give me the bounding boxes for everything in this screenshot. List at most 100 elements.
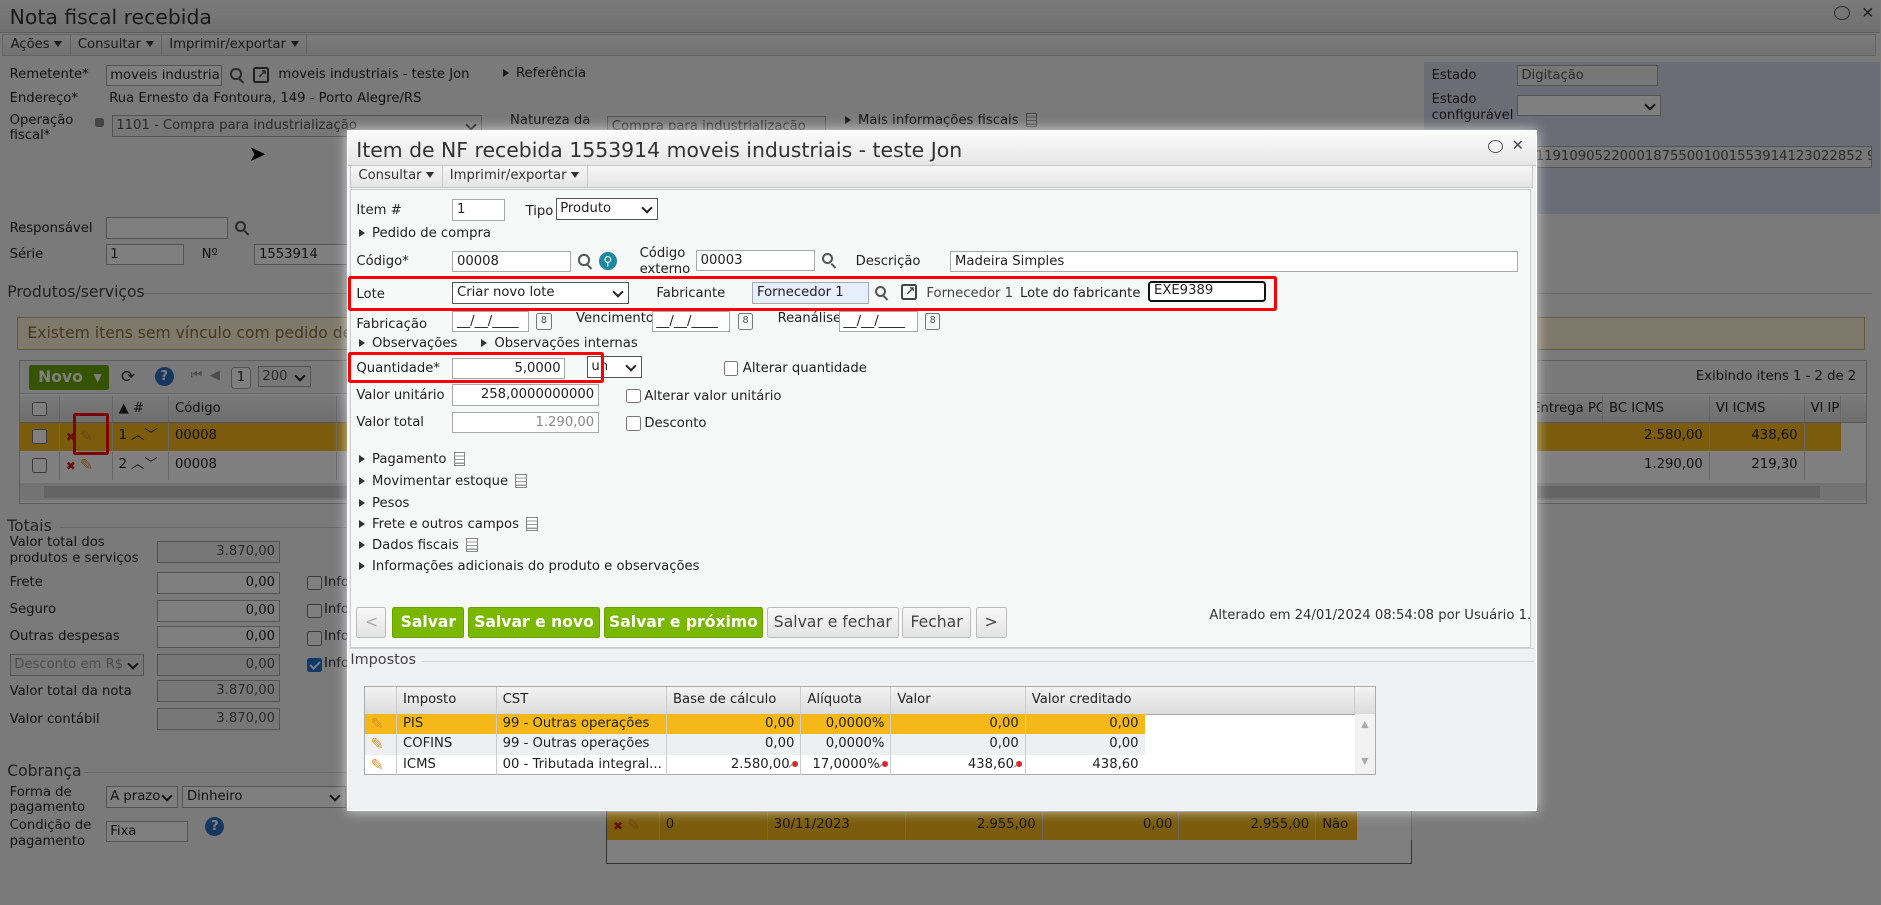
document-icon [515, 474, 527, 488]
table-row[interactable]: ✎ ICMS 00 - Tributada integral... 2.580,… [365, 754, 1145, 775]
section-pesos[interactable]: Pesos [358, 496, 409, 511]
divider [349, 648, 1534, 650]
calendar-icon[interactable]: 8 [925, 313, 941, 330]
menu-label: Imprimir/exportar [449, 168, 567, 184]
tipo-label: Tipo [525, 204, 554, 219]
alterar-quantidade-label: Alterar quantidade [742, 361, 867, 377]
chat-icon[interactable] [1487, 140, 1503, 153]
scroll-down-icon[interactable]: ▼ [1355, 756, 1375, 767]
fabricacao-label: Fabricação [356, 316, 428, 332]
document-icon [526, 517, 538, 532]
next-button[interactable]: > [975, 607, 1007, 639]
calendar-icon[interactable]: 8 [738, 313, 754, 330]
tipo-select[interactable]: Produto [555, 198, 658, 220]
section-informacoes-adicionais[interactable]: Informações adicionais do produto e obse… [358, 559, 700, 575]
menu-label: Consultar [358, 168, 422, 184]
section-dados-fiscais[interactable]: Dados fiscais [358, 537, 478, 553]
document-icon [453, 452, 466, 467]
dialog-title: Item de NF recebida 1553914 moveis indus… [356, 137, 963, 162]
menu-consultar[interactable]: Consultar [351, 166, 443, 187]
column-valor-creditado[interactable]: Valor creditado [1026, 687, 1355, 714]
table-header: Imposto CST Base de cálculo Alíquota Val… [364, 687, 1375, 715]
menu-imprimir[interactable]: Imprimir/exportar [443, 166, 588, 187]
tax-cst: 00 - Tributada integral... [497, 754, 667, 775]
section-frete[interactable]: Frete e outros campos [358, 517, 538, 533]
tax-valor: 0,00 [891, 713, 1026, 735]
valor-unitario-label: Valor unitário [356, 387, 445, 403]
salvar-button[interactable]: Salvar [392, 607, 465, 639]
vertical-scrollbar[interactable]: ▲ ▼ [1354, 713, 1375, 774]
table-row[interactable]: ✎ PIS 99 - Outras operações 0,00 0,0000%… [364, 713, 1145, 735]
codigo-externo-label: Código externo [639, 246, 691, 277]
prev-button[interactable]: < [356, 607, 387, 639]
dialog-title-bar: Item de NF recebida 1553914 moveis indus… [347, 130, 1536, 167]
column-imposto[interactable]: Imposto [397, 687, 497, 714]
fabricacao-input[interactable]: __/__/____ [452, 310, 530, 333]
table-row[interactable]: ✎ COFINS 99 - Outras operações 0,00 0,00… [364, 734, 1145, 755]
section-label: Dados fiscais [371, 537, 459, 553]
tax-aliquota: 0,0000% [801, 713, 892, 735]
edit-icon[interactable]: ✎ [371, 735, 384, 753]
section-pagamento[interactable]: Pagamento [358, 452, 466, 468]
tax-base: 0,00 [667, 734, 802, 755]
section-label: Pagamento [371, 452, 447, 468]
calendar-icon[interactable]: 8 [536, 313, 552, 330]
alterar-quantidade-checkbox[interactable] [723, 361, 738, 376]
tax-valor: 0,00 [891, 734, 1026, 755]
expand-icon [481, 339, 488, 347]
desconto-label: Desconto [644, 416, 707, 432]
tax-cst: 99 - Outras operações [497, 734, 667, 755]
valor-total-input: 1.290,00 [452, 411, 599, 434]
desconto-checkbox[interactable] [626, 416, 641, 431]
dialog-toolbar: Consultar Imprimir/exportar [350, 165, 1533, 188]
item-input[interactable]: 1 [452, 199, 506, 221]
close-icon[interactable]: ✕ [1512, 138, 1524, 154]
codigo-externo-input[interactable]: 00003 [696, 249, 815, 272]
section-movimentar-estoque[interactable]: Movimentar estoque [358, 474, 527, 489]
descricao-input[interactable]: Madeira Simples [950, 250, 1518, 273]
tax-base: 0,00 [667, 713, 802, 735]
descricao-label: Descrição [855, 254, 921, 270]
edit-icon[interactable]: ✎ [371, 715, 384, 733]
expand-icon [358, 540, 365, 549]
column-valor[interactable]: Valor [891, 687, 1026, 714]
observacoes-internas-toggle[interactable]: Observações internas [481, 336, 638, 351]
codigo-input[interactable]: 00008 [452, 250, 572, 273]
observacoes-toggle[interactable]: Observações [358, 336, 457, 351]
column-base[interactable]: Base de cálculo [667, 687, 802, 714]
expand-icon [358, 562, 365, 571]
search-icon[interactable] [822, 253, 836, 267]
scroll-up-icon[interactable]: ▲ [1355, 719, 1375, 730]
expand-icon [358, 520, 365, 529]
item-label: Item # [356, 202, 402, 218]
tax-imposto: ICMS [397, 754, 497, 775]
salvar-novo-button[interactable]: Salvar e novo [468, 607, 600, 639]
search-icon[interactable] [578, 254, 592, 268]
expand-icon [358, 455, 365, 464]
salvar-fechar-button[interactable]: Salvar e fechar [766, 607, 899, 639]
section-label: Informações adicionais do produto e obse… [371, 559, 700, 575]
pin-icon[interactable] [882, 760, 888, 767]
pin-icon[interactable] [791, 760, 798, 767]
pin-icon[interactable] [1016, 760, 1023, 767]
column-aliquota[interactable]: Alíquota [801, 687, 892, 714]
fechar-button[interactable]: Fechar [902, 607, 971, 639]
pedido-compra-toggle[interactable]: Pedido de compra [358, 226, 491, 241]
valor-unitario-input[interactable]: 258,0000000000 [452, 384, 599, 406]
annotation-highlight [348, 276, 1277, 311]
reanalise-input[interactable]: __/__/____ [838, 310, 918, 333]
tax-aliquota: 0,0000% [801, 734, 892, 755]
valor-total-label: Valor total [356, 415, 424, 431]
section-label: Frete e outros campos [371, 517, 519, 533]
vencimento-input[interactable]: __/__/____ [651, 310, 730, 333]
alterar-valor-checkbox[interactable] [626, 388, 641, 404]
expand-icon [358, 498, 365, 507]
column-cst[interactable]: CST [497, 687, 667, 714]
salvar-proximo-button[interactable]: Salvar e próximo [603, 607, 764, 639]
impostos-heading: Impostos [350, 651, 417, 668]
tax-creditado: 0,00 [1109, 715, 1139, 731]
reanalise-label: Reanálise [777, 310, 842, 326]
product-lookup-icon[interactable]: ⚲ [598, 252, 617, 270]
edit-icon[interactable]: ✎ [371, 756, 384, 774]
tax-creditado: 0,00 [1109, 736, 1139, 752]
